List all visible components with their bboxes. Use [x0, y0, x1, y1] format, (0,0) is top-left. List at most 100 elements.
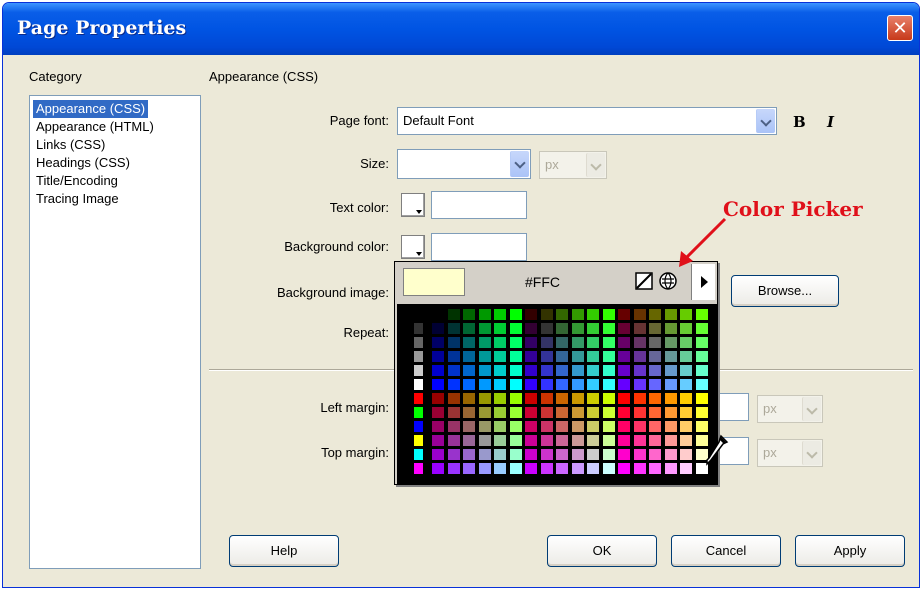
- text-color-swatch[interactable]: [401, 193, 425, 217]
- color-swatch[interactable]: [477, 378, 492, 391]
- text-color-input[interactable]: [431, 191, 527, 219]
- color-swatch[interactable]: [617, 448, 631, 461]
- color-swatch[interactable]: [570, 392, 585, 405]
- color-swatch[interactable]: [462, 308, 476, 321]
- color-swatch[interactable]: [601, 364, 616, 377]
- close-button[interactable]: ✕: [887, 15, 913, 41]
- color-swatch[interactable]: [586, 448, 600, 461]
- color-swatch[interactable]: [539, 322, 554, 335]
- italic-button[interactable]: I: [827, 113, 834, 131]
- color-swatch[interactable]: [617, 308, 631, 321]
- color-swatch[interactable]: [493, 378, 507, 391]
- color-swatch[interactable]: [493, 308, 507, 321]
- color-swatch[interactable]: [601, 392, 616, 405]
- color-swatch[interactable]: [413, 336, 424, 349]
- color-swatch[interactable]: [539, 378, 554, 391]
- color-swatch[interactable]: [601, 420, 616, 433]
- color-swatch[interactable]: [632, 406, 647, 419]
- color-swatch[interactable]: [679, 336, 693, 349]
- color-swatch[interactable]: [431, 462, 445, 475]
- bold-button[interactable]: B: [793, 113, 806, 131]
- color-swatch[interactable]: [570, 308, 585, 321]
- cancel-button[interactable]: Cancel: [671, 535, 781, 567]
- color-swatch[interactable]: [694, 364, 709, 377]
- color-swatch[interactable]: [663, 378, 678, 391]
- color-swatch[interactable]: [617, 336, 631, 349]
- color-swatch[interactable]: [648, 336, 662, 349]
- color-swatch[interactable]: [570, 336, 585, 349]
- color-swatch[interactable]: [648, 392, 662, 405]
- color-swatch[interactable]: [632, 392, 647, 405]
- color-swatch[interactable]: [431, 308, 445, 321]
- color-swatch[interactable]: [663, 420, 678, 433]
- color-swatch[interactable]: [493, 336, 507, 349]
- color-swatch[interactable]: [648, 350, 662, 363]
- category-item-appearance-html[interactable]: Appearance (HTML): [33, 118, 157, 136]
- color-swatch[interactable]: [508, 420, 523, 433]
- color-swatch[interactable]: [524, 364, 538, 377]
- color-swatch[interactable]: [586, 378, 600, 391]
- color-swatch[interactable]: [555, 322, 569, 335]
- category-item-appearance-css[interactable]: Appearance (CSS): [33, 100, 149, 118]
- size-unit-select[interactable]: px: [539, 151, 607, 179]
- top-margin-unit-select[interactable]: px: [757, 439, 823, 467]
- color-swatch[interactable]: [601, 378, 616, 391]
- color-swatch[interactable]: [617, 434, 631, 447]
- color-swatch[interactable]: [570, 420, 585, 433]
- color-swatch[interactable]: [601, 308, 616, 321]
- color-swatch[interactable]: [679, 350, 693, 363]
- color-swatch[interactable]: [493, 350, 507, 363]
- color-swatch[interactable]: [508, 392, 523, 405]
- color-swatch[interactable]: [586, 350, 600, 363]
- color-swatch[interactable]: [555, 462, 569, 475]
- color-swatch[interactable]: [446, 350, 461, 363]
- color-swatch[interactable]: [555, 434, 569, 447]
- color-swatch[interactable]: [431, 378, 445, 391]
- color-swatch[interactable]: [477, 350, 492, 363]
- color-swatch[interactable]: [632, 420, 647, 433]
- color-swatch[interactable]: [446, 364, 461, 377]
- category-item-links-css[interactable]: Links (CSS): [33, 136, 108, 154]
- color-swatch[interactable]: [694, 308, 709, 321]
- color-swatch[interactable]: [493, 448, 507, 461]
- color-swatch[interactable]: [648, 322, 662, 335]
- color-swatch[interactable]: [648, 378, 662, 391]
- color-swatch[interactable]: [539, 462, 554, 475]
- color-swatch[interactable]: [462, 462, 476, 475]
- color-swatch[interactable]: [601, 448, 616, 461]
- color-swatch[interactable]: [570, 350, 585, 363]
- color-swatch[interactable]: [524, 308, 538, 321]
- color-swatch[interactable]: [524, 322, 538, 335]
- category-item-tracing-image[interactable]: Tracing Image: [33, 190, 122, 208]
- color-swatch[interactable]: [648, 406, 662, 419]
- color-swatch[interactable]: [679, 378, 693, 391]
- color-swatch[interactable]: [477, 336, 492, 349]
- category-item-headings-css[interactable]: Headings (CSS): [33, 154, 133, 172]
- color-swatch[interactable]: [413, 322, 424, 335]
- color-swatch[interactable]: [401, 322, 412, 335]
- color-swatch[interactable]: [524, 420, 538, 433]
- color-swatch[interactable]: [601, 336, 616, 349]
- color-swatch[interactable]: [679, 308, 693, 321]
- color-swatch[interactable]: [663, 462, 678, 475]
- color-swatch[interactable]: [508, 406, 523, 419]
- color-swatch[interactable]: [648, 434, 662, 447]
- color-swatch[interactable]: [462, 448, 476, 461]
- color-swatch[interactable]: [413, 364, 424, 377]
- color-swatch[interactable]: [462, 350, 476, 363]
- color-swatch[interactable]: [477, 406, 492, 419]
- color-swatch[interactable]: [431, 420, 445, 433]
- color-swatch[interactable]: [679, 434, 693, 447]
- color-swatch[interactable]: [648, 420, 662, 433]
- browse-button[interactable]: Browse...: [731, 275, 839, 307]
- category-item-title-encoding[interactable]: Title/Encoding: [33, 172, 121, 190]
- color-swatch[interactable]: [586, 420, 600, 433]
- color-swatch[interactable]: [555, 364, 569, 377]
- color-swatch[interactable]: [431, 448, 445, 461]
- color-swatch[interactable]: [679, 364, 693, 377]
- page-font-select[interactable]: Default Font: [397, 107, 777, 135]
- color-swatch[interactable]: [648, 448, 662, 461]
- color-swatch[interactable]: [555, 336, 569, 349]
- color-swatch[interactable]: [539, 364, 554, 377]
- color-swatch[interactable]: [570, 448, 585, 461]
